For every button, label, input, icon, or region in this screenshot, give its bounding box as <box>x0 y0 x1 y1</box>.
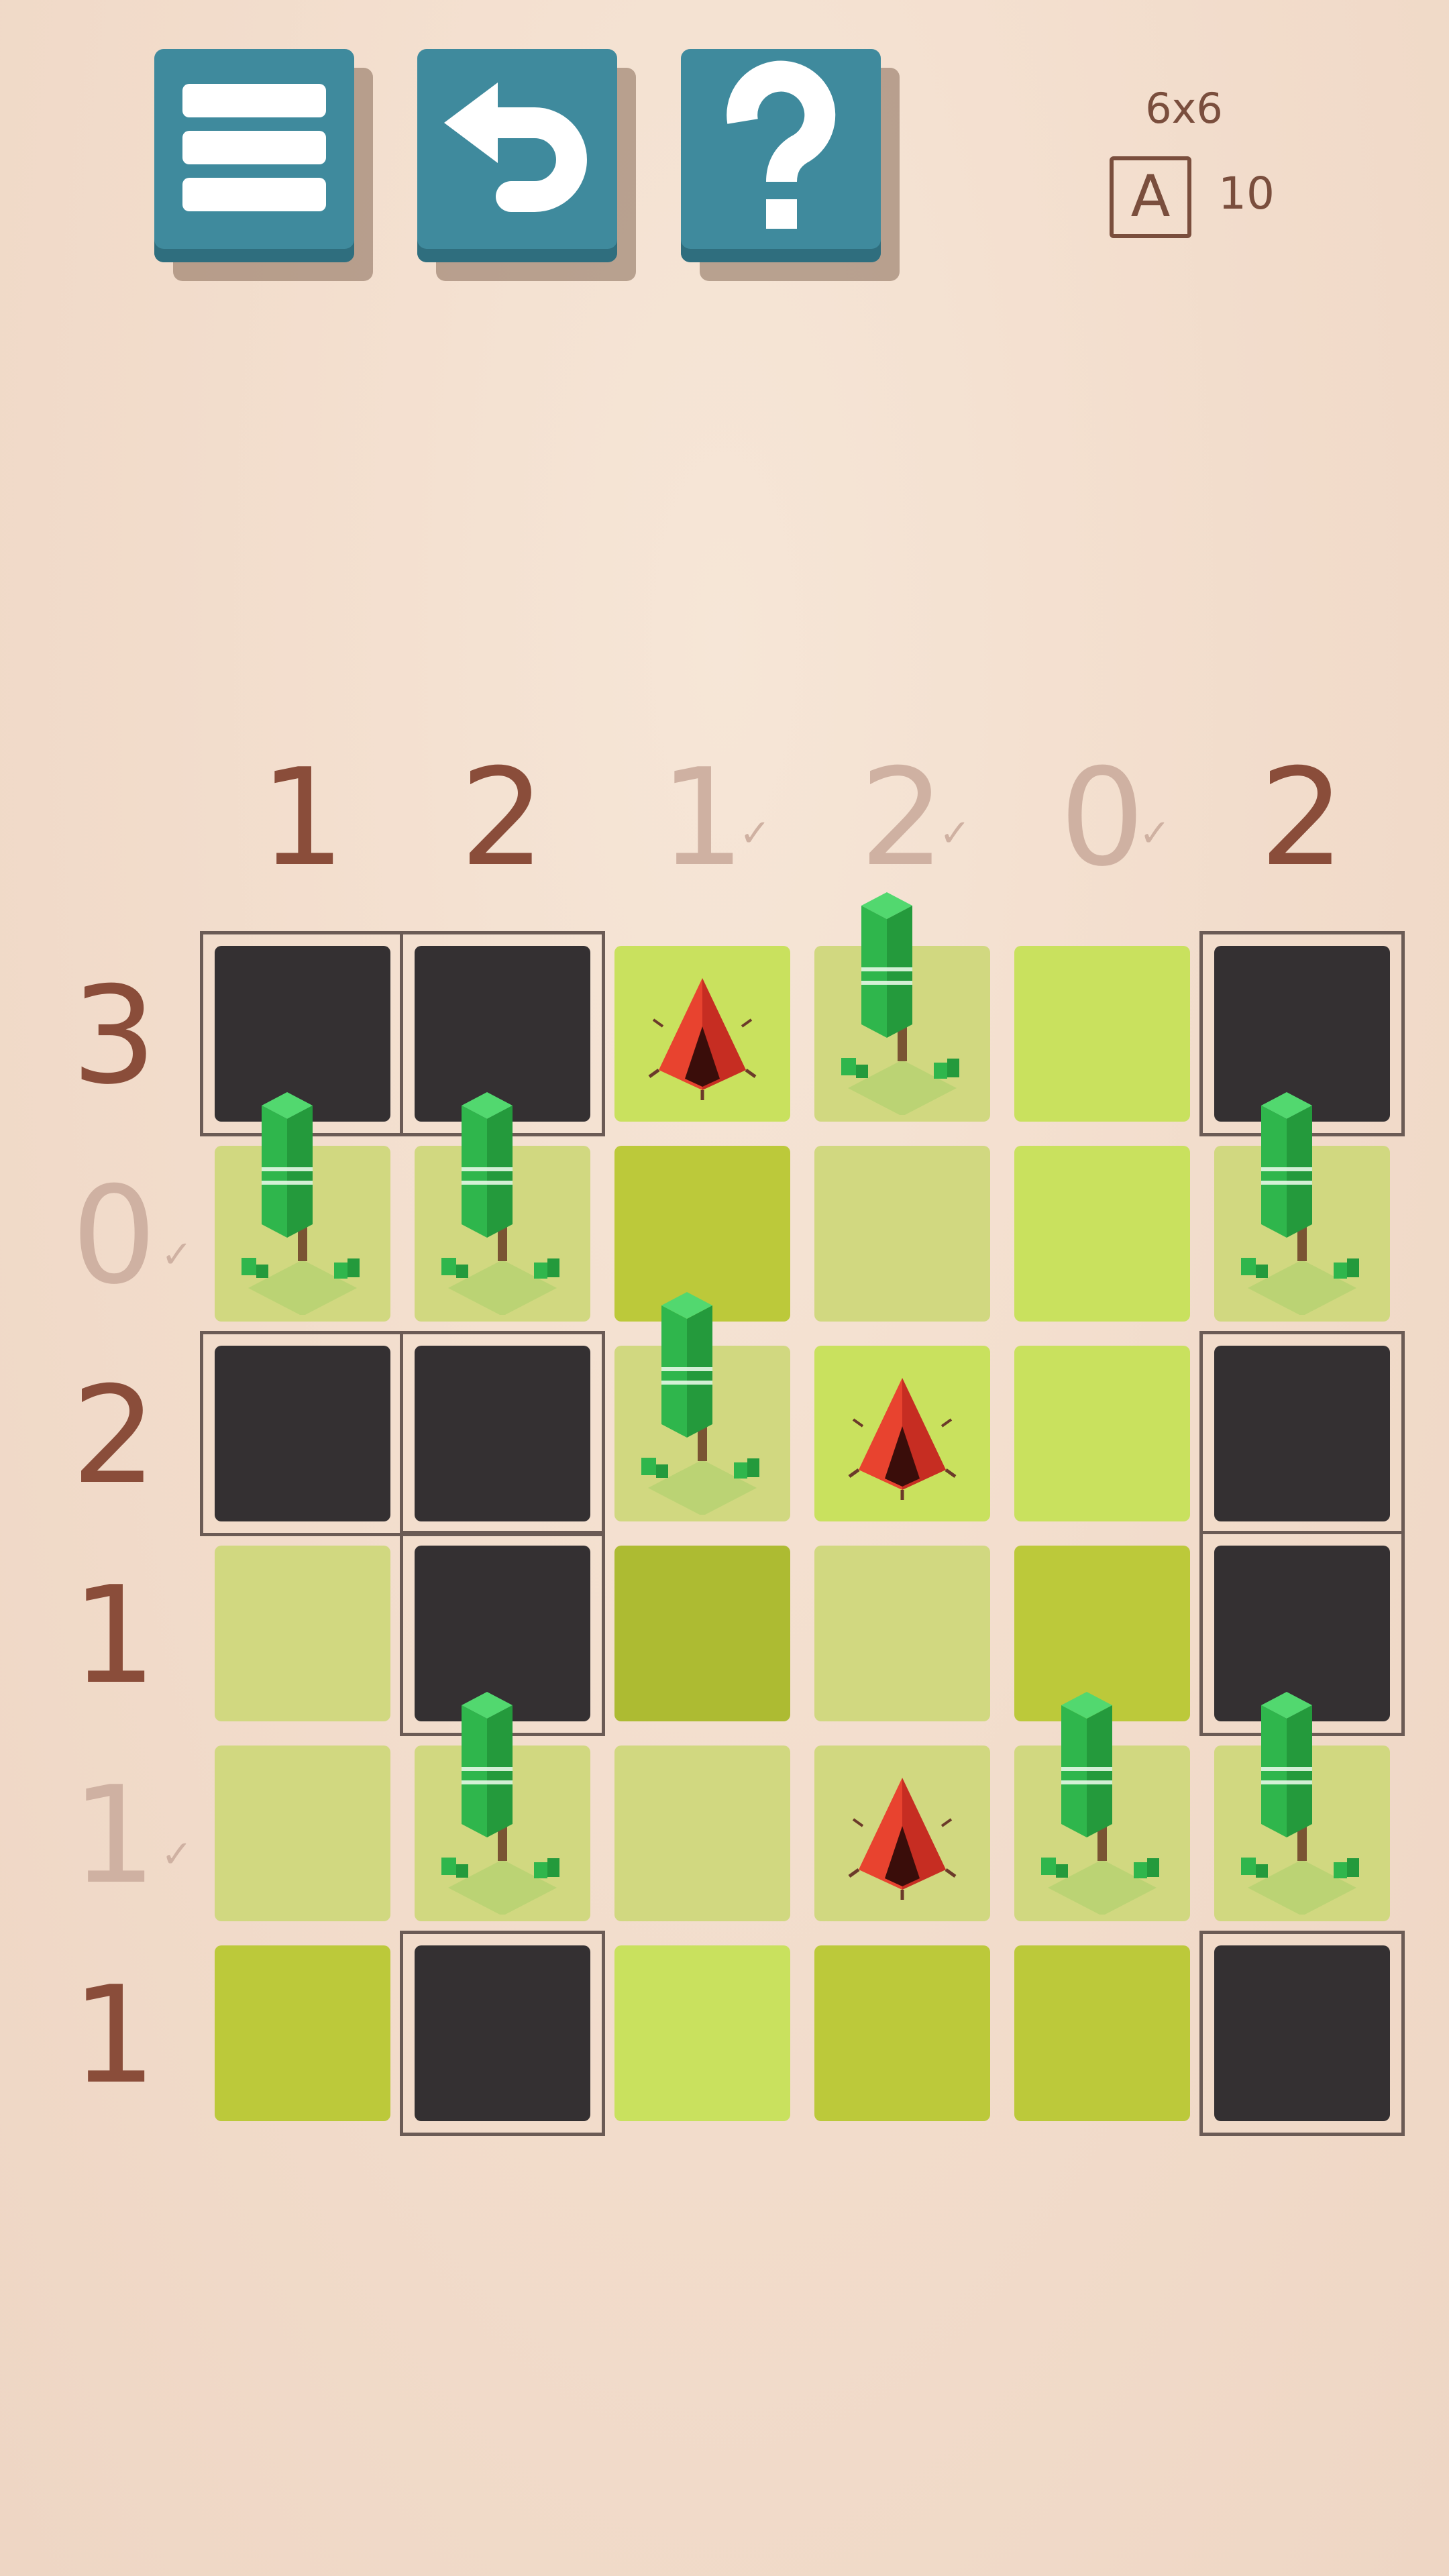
puzzle-size-label: 6x6 <box>1145 84 1223 133</box>
grid-cell-r6-c1[interactable] <box>215 1945 390 2121</box>
grid-cell-r1-c6[interactable] <box>1214 946 1390 1122</box>
grid-cell-r3-c6[interactable] <box>1214 1346 1390 1521</box>
grid-cell-r1-c5[interactable] <box>1014 946 1190 1122</box>
grid-cell-r1-c1[interactable] <box>215 946 390 1122</box>
grid-cell-r3-c2[interactable] <box>415 1346 590 1521</box>
undo-button[interactable] <box>417 49 617 262</box>
column-clue-6[interactable]: 2 <box>1205 751 1399 906</box>
hamburger-menu-icon <box>182 84 326 211</box>
grid-cell-r4-c2[interactable] <box>415 1546 590 1721</box>
column-clue-1[interactable]: 1 <box>205 751 400 906</box>
puzzle-number: 10 <box>1218 168 1275 219</box>
checkmark-icon: ✓ <box>161 1833 193 1876</box>
column-clue-value: 2 <box>859 740 945 896</box>
checkmark-icon: ✓ <box>939 812 971 855</box>
grid-cell-r6-c6[interactable] <box>1214 1945 1390 2121</box>
help-button[interactable] <box>681 49 881 262</box>
checkmark-icon: ✓ <box>739 812 771 855</box>
grid-cell-r5-c6[interactable] <box>1214 1746 1390 1921</box>
grid-cell-r3-c3[interactable] <box>614 1346 790 1521</box>
grid-cell-r1-c2[interactable] <box>415 946 590 1122</box>
grid-cell-r4-c6[interactable] <box>1214 1546 1390 1721</box>
grid-cell-r5-c3[interactable] <box>614 1746 790 1921</box>
grid-cell-r2-c6[interactable] <box>1214 1146 1390 1322</box>
blocked-region-divider <box>400 931 403 1136</box>
grid-cell-r3-c4[interactable] <box>814 1346 990 1521</box>
row-clue-4[interactable]: 1 <box>54 1539 174 1733</box>
column-clue-value: 0 <box>1059 740 1145 896</box>
column-clue-value: 1 <box>659 740 745 896</box>
row-clue-2[interactable]: 0 ✓ <box>54 1139 193 1334</box>
grid-cell-r5-c5[interactable] <box>1014 1746 1190 1921</box>
column-clue-value: 1 <box>260 740 345 896</box>
row-clue-value: 1 <box>71 1957 157 2114</box>
blocked-region-divider <box>1199 1531 1405 1534</box>
column-clue-4[interactable]: 2 ✓ <box>805 751 1000 906</box>
grid-cell-r3-c5[interactable] <box>1014 1346 1190 1521</box>
grid-cell-r4-c4[interactable] <box>814 1546 990 1721</box>
grid-cell-r1-c4[interactable] <box>814 946 990 1122</box>
grid-cell-r1-c3[interactable] <box>614 946 790 1122</box>
row-clue-5[interactable]: 1 ✓ <box>54 1739 193 1933</box>
row-clue-value: 1 <box>71 1558 157 1714</box>
grid-cell-r4-c5[interactable] <box>1014 1546 1190 1721</box>
row-clue-6[interactable]: 1 <box>54 1939 174 2133</box>
grid-cell-r4-c3[interactable] <box>614 1546 790 1721</box>
grid-cell-r2-c3[interactable] <box>614 1146 790 1322</box>
question-mark-icon <box>727 60 836 229</box>
row-clue-value: 0 <box>71 1158 157 1314</box>
difficulty-badge: A <box>1110 156 1191 238</box>
grid-cell-r2-c4[interactable] <box>814 1146 990 1322</box>
row-clue-value: 1 <box>71 1758 157 1914</box>
grid-cell-r6-c3[interactable] <box>614 1945 790 2121</box>
grid-cell-r2-c1[interactable] <box>215 1146 390 1322</box>
checkmark-icon: ✓ <box>161 1233 193 1277</box>
grid-cell-r6-c2[interactable] <box>415 1945 590 2121</box>
grid-cell-r2-c2[interactable] <box>415 1146 590 1322</box>
column-clue-3[interactable]: 1 ✓ <box>605 751 800 906</box>
row-clue-value: 2 <box>71 1358 157 1514</box>
column-clue-value: 2 <box>460 740 545 896</box>
row-clue-value: 3 <box>71 958 157 1114</box>
grid-cell-r5-c2[interactable] <box>415 1746 590 1921</box>
grid-cell-r4-c1[interactable] <box>215 1546 390 1721</box>
grid-cell-r2-c5[interactable] <box>1014 1146 1190 1322</box>
checkmark-icon: ✓ <box>1139 812 1171 855</box>
column-clue-2[interactable]: 2 <box>405 751 600 906</box>
blocked-region-divider <box>400 1331 403 1536</box>
row-clue-1[interactable]: 3 <box>54 939 174 1134</box>
grid-cell-r5-c1[interactable] <box>215 1746 390 1921</box>
grid-cell-r3-c1[interactable] <box>215 1346 390 1521</box>
row-clue-3[interactable]: 2 <box>54 1339 174 1534</box>
grid-cell-r6-c4[interactable] <box>814 1945 990 2121</box>
undo-arrow-icon <box>444 83 587 212</box>
grid-cell-r6-c5[interactable] <box>1014 1945 1190 2121</box>
menu-button[interactable] <box>154 49 354 262</box>
column-clue-5[interactable]: 0 ✓ <box>1005 751 1199 906</box>
column-clue-value: 2 <box>1259 740 1345 896</box>
grid-cell-r5-c4[interactable] <box>814 1746 990 1921</box>
